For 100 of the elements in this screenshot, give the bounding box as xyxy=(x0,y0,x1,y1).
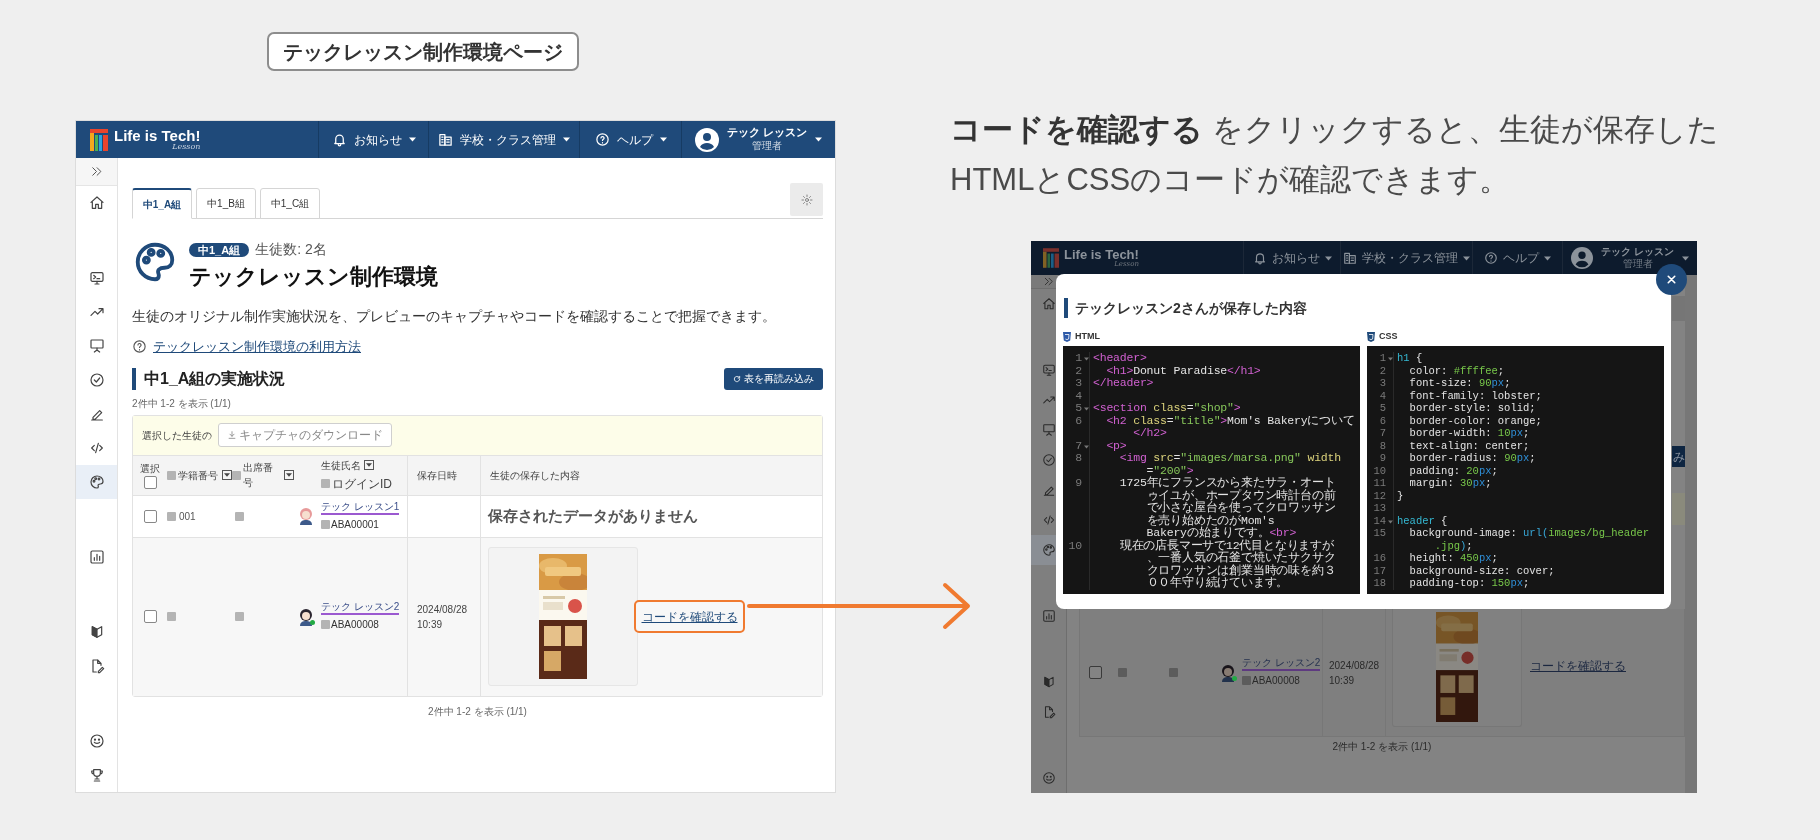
double-chevron-icon xyxy=(1042,275,1055,288)
code-line: <h1>Donut Paradise</h1> xyxy=(1105,364,1261,377)
reload-button[interactable]: み xyxy=(1672,446,1685,467)
code-line: </header> xyxy=(1093,377,1154,390)
sort-button[interactable] xyxy=(364,460,374,470)
code-line: color: #ffffee; xyxy=(1408,364,1505,377)
page-heading: テックレッスン制作環境ページ xyxy=(267,32,579,71)
line-number: 14 xyxy=(1372,514,1386,527)
caption-text: コードを確認する をクリックすると、生徒が保存した HTMLとCSSのコードが確認できます。 xyxy=(950,111,1719,199)
line-number: 18 xyxy=(1372,577,1386,590)
code-line: Bakeryの始まりです。<br> xyxy=(1145,527,1297,539)
help-icon xyxy=(1484,251,1498,265)
bulk-label: 選択した生徒の xyxy=(142,428,212,443)
code-line: margin: 30px; xyxy=(1408,477,1492,490)
panel-label: CSS xyxy=(1379,330,1398,344)
line-number: 16 xyxy=(1372,552,1386,565)
code-line: ="200"> xyxy=(1145,464,1194,477)
page-title: テックレッスン制作環境 xyxy=(189,263,438,291)
presentation-icon xyxy=(1041,423,1056,437)
help-link[interactable]: テックレッスン制作環境の利用方法 xyxy=(153,337,361,357)
settings-icon xyxy=(800,193,813,206)
saved-time: 10:39 xyxy=(1329,673,1356,688)
presentation-icon xyxy=(88,338,105,354)
user-menu[interactable]: テック レッスン 管理者 xyxy=(681,121,835,158)
caret-icon xyxy=(1544,255,1551,261)
column-header: 学籍番号 xyxy=(178,468,218,483)
result-count: 2件中 1-2 を表示 (1/1) xyxy=(1332,740,1432,754)
book-icon xyxy=(1041,675,1056,689)
class-badge: 中1_A組 xyxy=(189,242,250,257)
code-line: 1725年にフランスから来たサラ・オート xyxy=(1118,477,1336,489)
reload-button[interactable]: 表を再読み込み xyxy=(724,367,823,390)
line-number: 11 xyxy=(1372,477,1386,490)
logo-text: Life is Tech! xyxy=(114,128,201,143)
logo-icon xyxy=(90,128,108,151)
checkbox[interactable] xyxy=(143,610,157,623)
bar-chart-icon xyxy=(88,549,105,565)
modal-title: テックレッスン2さんが保存した内容 xyxy=(1064,298,1664,318)
code-line: border-style: solid; xyxy=(1408,402,1536,415)
code-icon xyxy=(1041,513,1056,527)
code-line: <img src="images/marsa.png" width xyxy=(1118,452,1341,465)
nav-menu[interactable]: 学校・クラス管理 xyxy=(428,121,579,158)
class-tab[interactable]: 中1_B組 xyxy=(196,188,256,219)
code-line: 現在の店長マーサで12代目となりますが xyxy=(1118,539,1334,552)
code-line: padding: 20px; xyxy=(1408,464,1498,477)
logo-subtext: Lesson xyxy=(172,143,201,151)
class-tab[interactable]: 中1_A組 xyxy=(132,188,192,219)
column-header: 生徒の保存した内容 xyxy=(490,468,580,483)
check-circle-icon xyxy=(1041,453,1056,467)
result-count: 2件中 1-2 を表示 (1/1) xyxy=(428,704,527,719)
code-line: border-radius: 90px; xyxy=(1408,452,1536,465)
checkbox[interactable] xyxy=(143,476,157,489)
help-icon xyxy=(132,339,147,355)
sort-button[interactable] xyxy=(284,470,294,480)
code-icon xyxy=(88,440,105,456)
code-line: header { xyxy=(1397,514,1448,527)
line-number: 1 xyxy=(1074,352,1082,365)
code-line: height: 450px; xyxy=(1408,552,1498,565)
line-number: 17 xyxy=(1372,564,1386,577)
sort-button[interactable] xyxy=(222,470,232,480)
bar-chart-icon xyxy=(1041,609,1056,623)
code-line: font-family: lobster; xyxy=(1408,389,1542,402)
home-icon xyxy=(88,195,105,211)
line-number: 1 xyxy=(1378,352,1386,365)
user-avatar-icon xyxy=(694,127,719,152)
line-number: 6 xyxy=(1074,414,1082,427)
code-line: で小さな屋台を使ってクロワッサン xyxy=(1145,502,1336,515)
line-number: 7 xyxy=(1378,427,1386,440)
check-circle-icon xyxy=(88,372,105,388)
code-line: background-image: url(images/bg_header xyxy=(1408,527,1650,540)
trophy-icon xyxy=(88,767,105,783)
download-button: キャプチャのダウンロード xyxy=(218,423,392,447)
avatar-icon xyxy=(298,607,314,626)
student-name-link[interactable]: テック レッスン1 xyxy=(321,500,400,515)
column-header: 選択 xyxy=(140,462,160,476)
line-number: 5 xyxy=(1074,402,1082,415)
line-number: 2 xyxy=(1074,364,1082,377)
double-chevron-icon xyxy=(89,164,104,179)
code-line: background-size: cover; xyxy=(1408,564,1555,577)
caret-icon xyxy=(1681,255,1689,261)
caret-icon xyxy=(563,137,570,142)
checkbox[interactable] xyxy=(143,509,157,523)
line-number: 4 xyxy=(1074,389,1082,402)
nav-menu[interactable]: お知らせ xyxy=(318,121,428,158)
class-tab[interactable]: 中1_C組 xyxy=(260,188,320,219)
avatar-icon xyxy=(1220,663,1236,682)
bell-icon xyxy=(331,132,347,147)
shield-icon xyxy=(1063,332,1071,342)
code-line: 、一番人気の石釜で焼いたサクサク xyxy=(1145,552,1336,564)
code-link[interactable]: コードを確認する xyxy=(634,600,745,633)
terminal-icon xyxy=(1041,363,1056,377)
code-line: border-color: orange; xyxy=(1408,414,1542,427)
caret-icon xyxy=(659,137,667,142)
student-count: 生徒数: 2名 xyxy=(255,240,327,259)
code-line: <p> xyxy=(1105,439,1127,452)
code-link[interactable]: コードを確認する xyxy=(1530,657,1626,675)
nav-menu[interactable]: ヘルプ xyxy=(579,121,681,158)
saved-date: 2024/08/28 xyxy=(417,602,469,617)
pencil-icon xyxy=(1041,483,1056,497)
student-name-link[interactable]: テック レッスン2 xyxy=(321,601,400,615)
checkbox[interactable] xyxy=(1088,666,1102,679)
